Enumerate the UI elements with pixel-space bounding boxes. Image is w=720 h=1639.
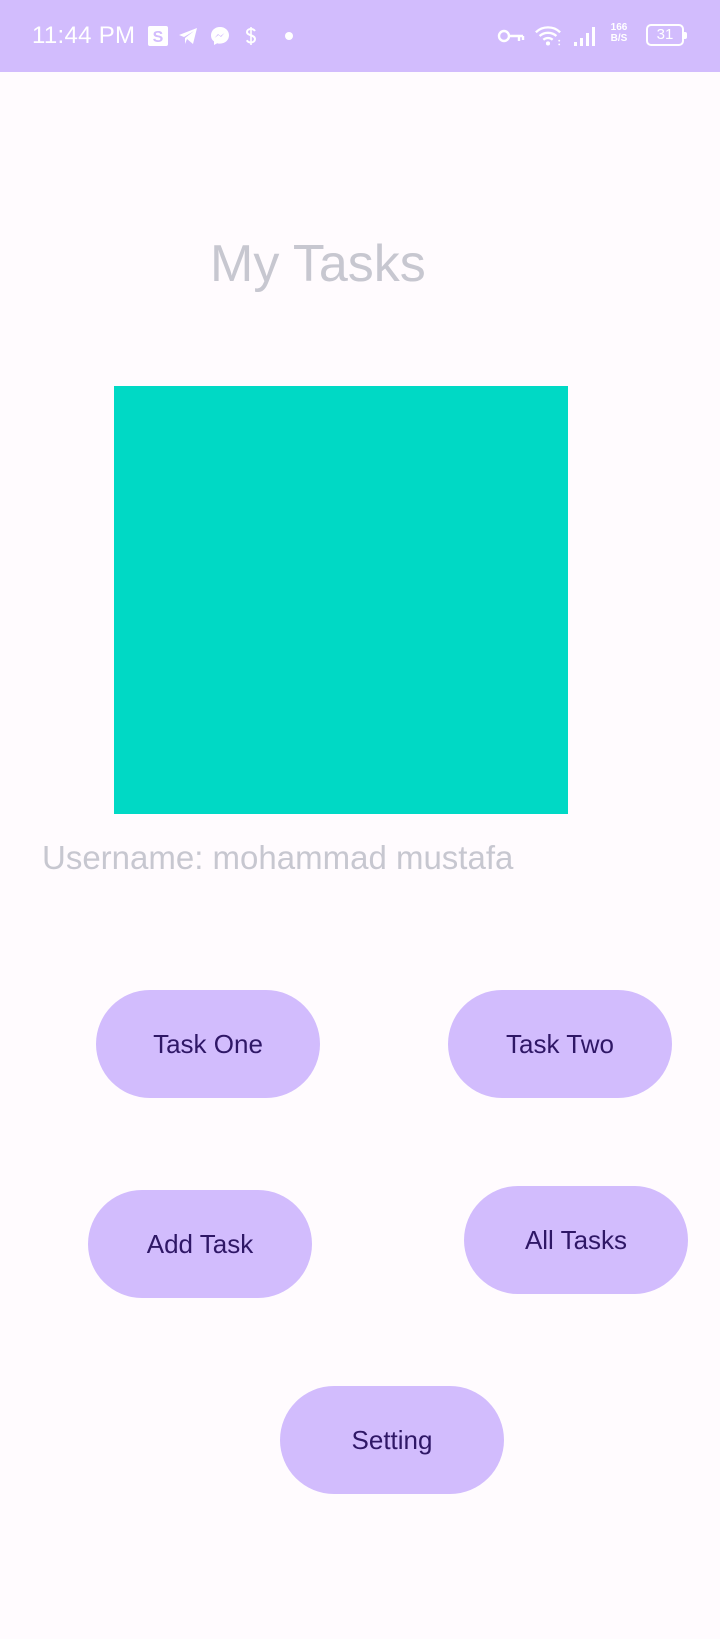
page-title: My Tasks (210, 235, 426, 293)
all-tasks-button[interactable]: All Tasks (464, 1186, 688, 1294)
status-bar: 11:44 PM S 166 B/S 31 (0, 0, 720, 72)
s-app-icon: S (144, 22, 172, 50)
username-label: Username: mohammad mustafa (42, 839, 514, 876)
task-two-button[interactable]: Task Two (448, 990, 672, 1098)
network-speed-value: 166 (610, 22, 628, 33)
vpn-key-icon (497, 22, 525, 50)
network-speed: 166 B/S (606, 22, 632, 44)
add-task-button[interactable]: Add Task (88, 1190, 312, 1298)
wifi-icon (534, 22, 562, 50)
battery-level: 31 (656, 26, 674, 43)
battery-icon: 31 (646, 24, 687, 46)
telegram-icon (174, 22, 202, 50)
network-speed-unit: B/S (610, 33, 628, 44)
signal-icon (572, 22, 600, 50)
status-time: 11:44 PM (32, 22, 136, 49)
task-image (114, 386, 568, 814)
dot-icon (275, 22, 303, 50)
messenger-icon (206, 22, 234, 50)
svg-text:S: S (153, 29, 164, 46)
task-one-button[interactable]: Task One (96, 990, 320, 1098)
s-dollar-icon (237, 22, 265, 50)
setting-button[interactable]: Setting (280, 1386, 504, 1494)
